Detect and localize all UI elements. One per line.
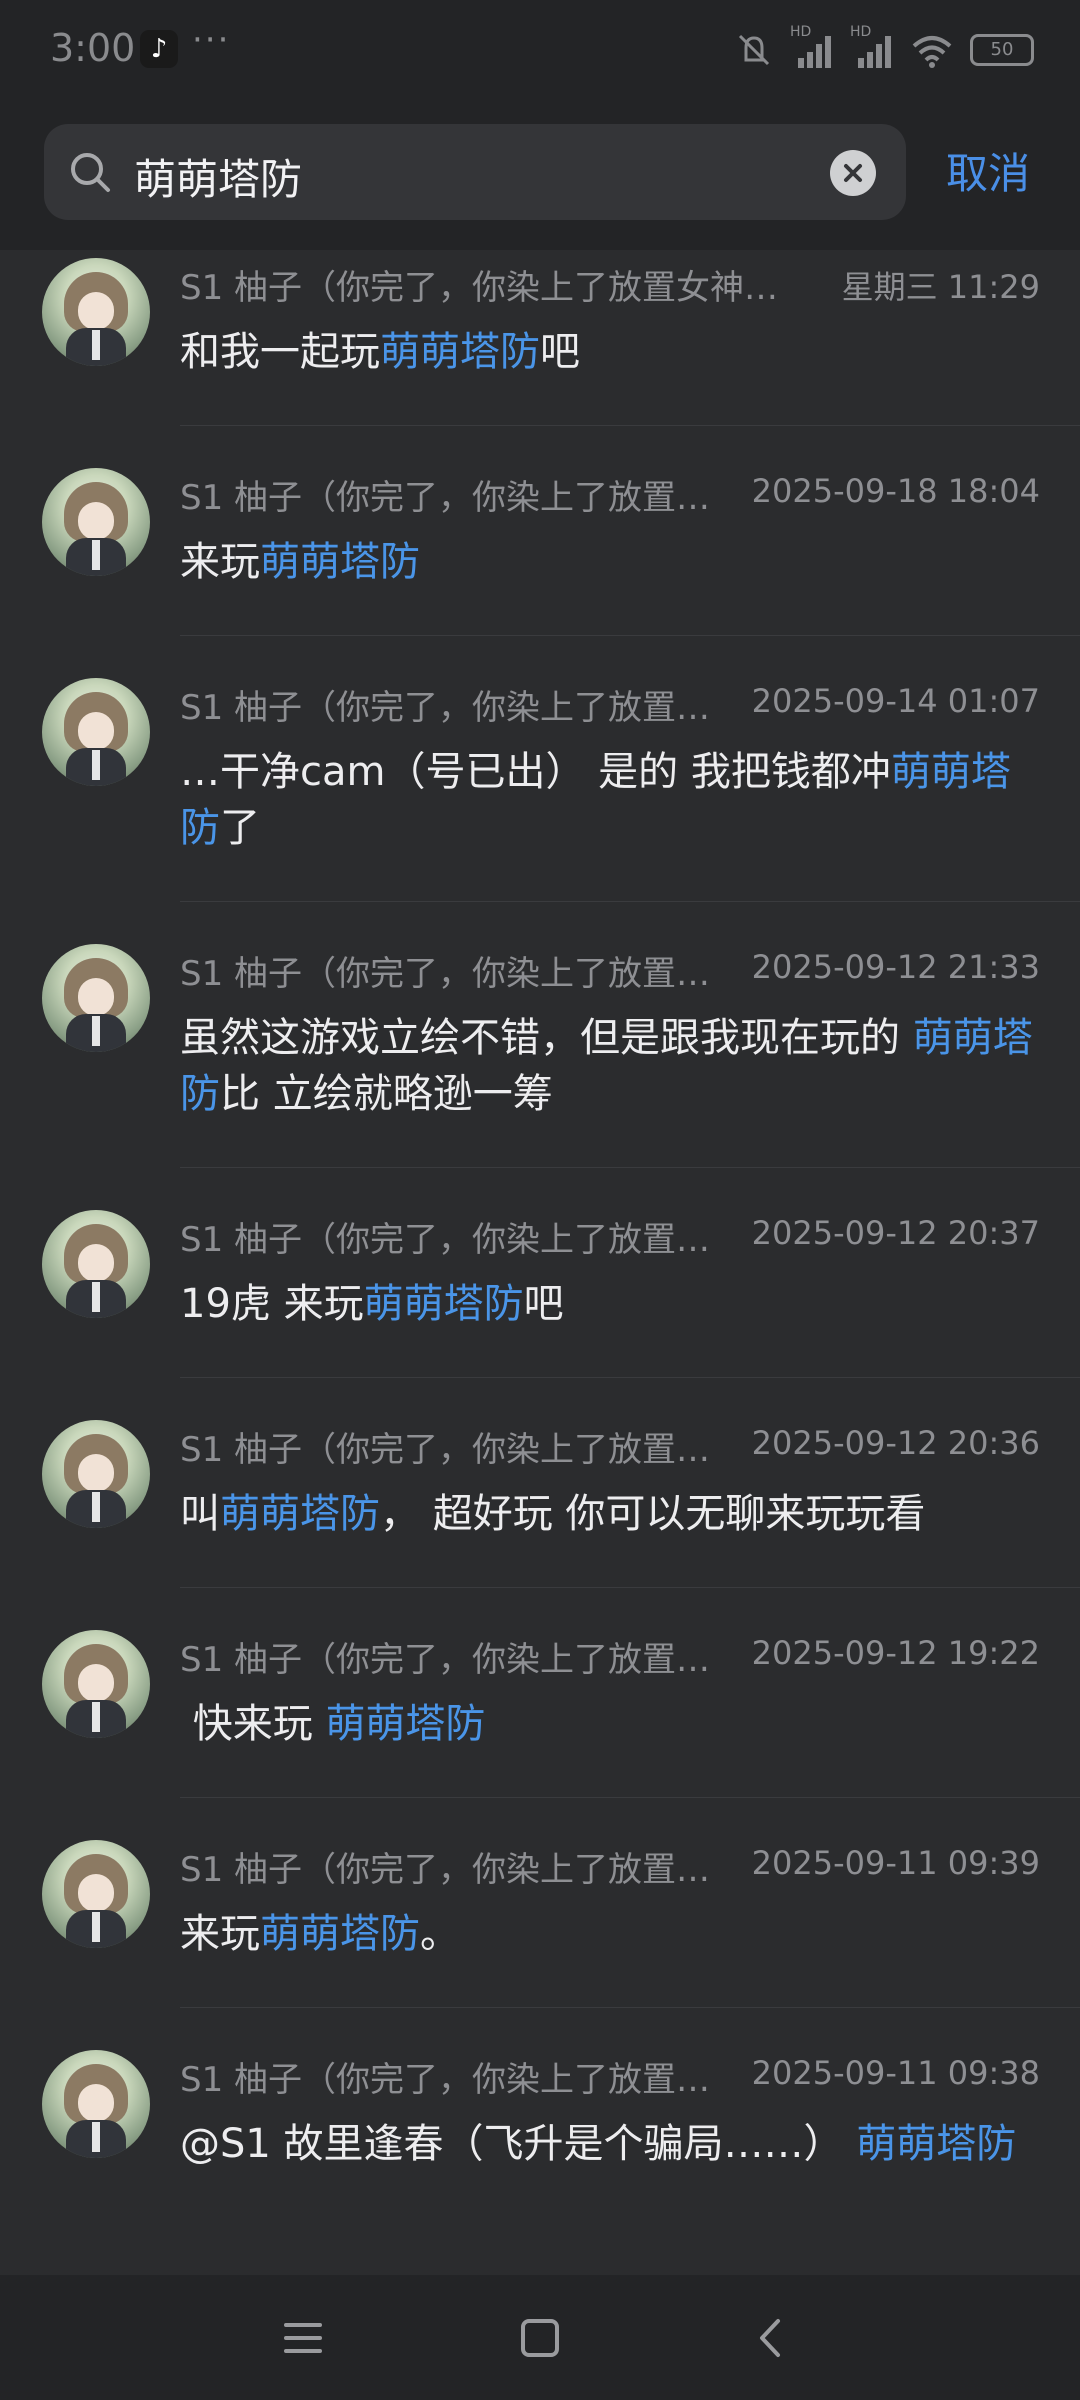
clear-search-button[interactable] bbox=[830, 150, 876, 196]
sender-name: S1 柚子（你完了，你染上了放置… bbox=[180, 1640, 711, 1680]
keyword-highlight: 萌萌塔防 bbox=[325, 1701, 486, 1747]
menu-icon[interactable] bbox=[280, 2315, 326, 2361]
sender-name: S1 柚子（你完了，你染上了放置… bbox=[180, 954, 711, 994]
message-time: 2025-09-12 21:33 bbox=[751, 948, 1040, 986]
keyword-highlight: 萌萌塔防 bbox=[380, 329, 540, 375]
avatar[interactable] bbox=[42, 258, 150, 366]
search-results-list[interactable]: S1 柚子（你完了，你染上了放置女神… 星期三 11:29 和我一起玩萌萌塔防吧… bbox=[0, 250, 1080, 2275]
avatar[interactable] bbox=[42, 1630, 150, 1738]
avatar[interactable] bbox=[42, 678, 150, 786]
search-icon bbox=[71, 153, 110, 192]
list-item[interactable]: S1 柚子（你完了，你染上了放置… 2025-09-14 01:07 …干净ca… bbox=[0, 636, 1080, 902]
sender-name: S1 柚子（你完了，你染上了放置… bbox=[180, 1220, 711, 1260]
avatar[interactable] bbox=[42, 944, 150, 1052]
list-item[interactable]: S1 柚子（你完了，你染上了放置… 2025-09-12 20:36 叫萌萌塔防… bbox=[0, 1378, 1080, 1588]
close-icon bbox=[844, 164, 862, 182]
signal-2-label: HD bbox=[850, 24, 872, 40]
message-snippet: …干净cam（号已出） 是的 我把钱都冲萌萌塔防了 bbox=[180, 749, 1011, 851]
sender-name: S1 柚子（你完了，你染上了放置… bbox=[180, 1430, 711, 1470]
status-time: 3:00 bbox=[50, 26, 136, 70]
sender-name: S1 柚子（你完了，你染上了放置… bbox=[180, 478, 711, 518]
avatar[interactable] bbox=[42, 1210, 150, 1318]
battery-icon: 50 bbox=[970, 34, 1034, 66]
keyword-highlight: 萌萌塔防 bbox=[856, 2121, 1017, 2167]
list-item[interactable]: S1 柚子（你完了，你染上了放置… 2025-09-11 09:39 来玩萌萌塔… bbox=[0, 1798, 1080, 2008]
wifi-icon bbox=[912, 36, 952, 68]
avatar[interactable] bbox=[42, 1840, 150, 1948]
list-item[interactable]: S1 柚子（你完了，你染上了放置… 2025-09-12 21:33 虽然这游戏… bbox=[0, 902, 1080, 1168]
message-time: 2025-09-11 09:38 bbox=[751, 2054, 1040, 2092]
mute-icon bbox=[738, 34, 770, 66]
sender-name: S1 柚子（你完了，你染上了放置… bbox=[180, 2060, 711, 2100]
avatar[interactable] bbox=[42, 2050, 150, 2158]
list-item[interactable]: S1 柚子（你完了，你染上了放置… 2025-09-18 18:04 来玩萌萌塔… bbox=[0, 426, 1080, 636]
message-time: 2025-09-12 20:36 bbox=[751, 1424, 1040, 1462]
avatar[interactable] bbox=[42, 468, 150, 576]
message-snippet: @S1 故里逢春（飞升是个骗局……） 萌萌塔防 bbox=[180, 2121, 1017, 2167]
message-time: 2025-09-11 09:39 bbox=[751, 1844, 1040, 1882]
sender-name: S1 柚子（你完了，你染上了放置… bbox=[180, 688, 711, 728]
message-time: 2025-09-18 18:04 bbox=[751, 472, 1040, 510]
keyword-highlight: 萌萌塔防 bbox=[260, 539, 420, 585]
message-snippet: 来玩萌萌塔防。 bbox=[180, 1911, 460, 1957]
system-nav-bar bbox=[0, 2275, 1080, 2400]
signal-1-icon: HD bbox=[790, 24, 834, 70]
search-input[interactable]: 萌萌塔防 bbox=[134, 146, 302, 207]
keyword-highlight: 萌萌塔防 bbox=[220, 1491, 380, 1537]
cancel-button[interactable]: 取消 bbox=[946, 140, 1030, 201]
signal-1-label: HD bbox=[790, 24, 812, 40]
message-snippet: 19虎 来玩萌萌塔防吧 bbox=[180, 1281, 564, 1327]
message-time: 2025-09-12 20:37 bbox=[751, 1214, 1040, 1252]
search-box[interactable]: 萌萌塔防 bbox=[44, 124, 906, 220]
sender-name: S1 柚子（你完了，你染上了放置… bbox=[180, 1850, 711, 1890]
list-item[interactable]: S1 柚子（你完了，你染上了放置… 2025-09-12 19:22 快来玩 萌… bbox=[0, 1588, 1080, 1798]
message-time: 2025-09-12 19:22 bbox=[751, 1634, 1040, 1672]
message-snippet: 虽然这游戏立绘不错，但是跟我现在玩的 萌萌塔防比 立绘就略逊一筹 bbox=[180, 1015, 1033, 1117]
back-icon[interactable] bbox=[748, 2315, 794, 2361]
message-snippet: 来玩萌萌塔防 bbox=[180, 539, 420, 585]
tiktok-icon: ♪ bbox=[140, 30, 178, 68]
list-item[interactable]: S1 柚子（你完了，你染上了放置… 2025-09-11 09:38 @S1 故… bbox=[0, 2008, 1080, 2274]
keyword-highlight: 萌萌塔防 bbox=[260, 1911, 420, 1957]
message-time: 2025-09-14 01:07 bbox=[751, 682, 1040, 720]
signal-2-icon: HD bbox=[850, 24, 894, 70]
message-snippet: 快来玩 萌萌塔防 bbox=[180, 1701, 486, 1747]
home-icon[interactable] bbox=[517, 2315, 563, 2361]
status-icons: HD HD 50 bbox=[734, 24, 1034, 72]
list-item[interactable]: S1 柚子（你完了，你染上了放置女神… 星期三 11:29 和我一起玩萌萌塔防吧 bbox=[0, 250, 1080, 426]
message-snippet: 和我一起玩萌萌塔防吧 bbox=[180, 329, 580, 375]
message-snippet: 叫萌萌塔防， 超好玩 你可以无聊来玩玩看 bbox=[180, 1491, 926, 1537]
search-header: 萌萌塔防 取消 bbox=[0, 100, 1080, 250]
status-bar: 3:00 ♪ ··· HD HD 50 bbox=[0, 0, 1080, 100]
avatar[interactable] bbox=[42, 1420, 150, 1528]
sender-name: S1 柚子（你完了，你染上了放置女神… bbox=[180, 268, 779, 308]
keyword-highlight: 萌萌塔防 bbox=[363, 1281, 524, 1327]
list-item[interactable]: S1 柚子（你完了，你染上了放置… 2025-09-12 20:37 19虎 来… bbox=[0, 1168, 1080, 1378]
more-notifications-icon: ··· bbox=[192, 20, 231, 60]
message-time: 星期三 11:29 bbox=[841, 268, 1040, 306]
